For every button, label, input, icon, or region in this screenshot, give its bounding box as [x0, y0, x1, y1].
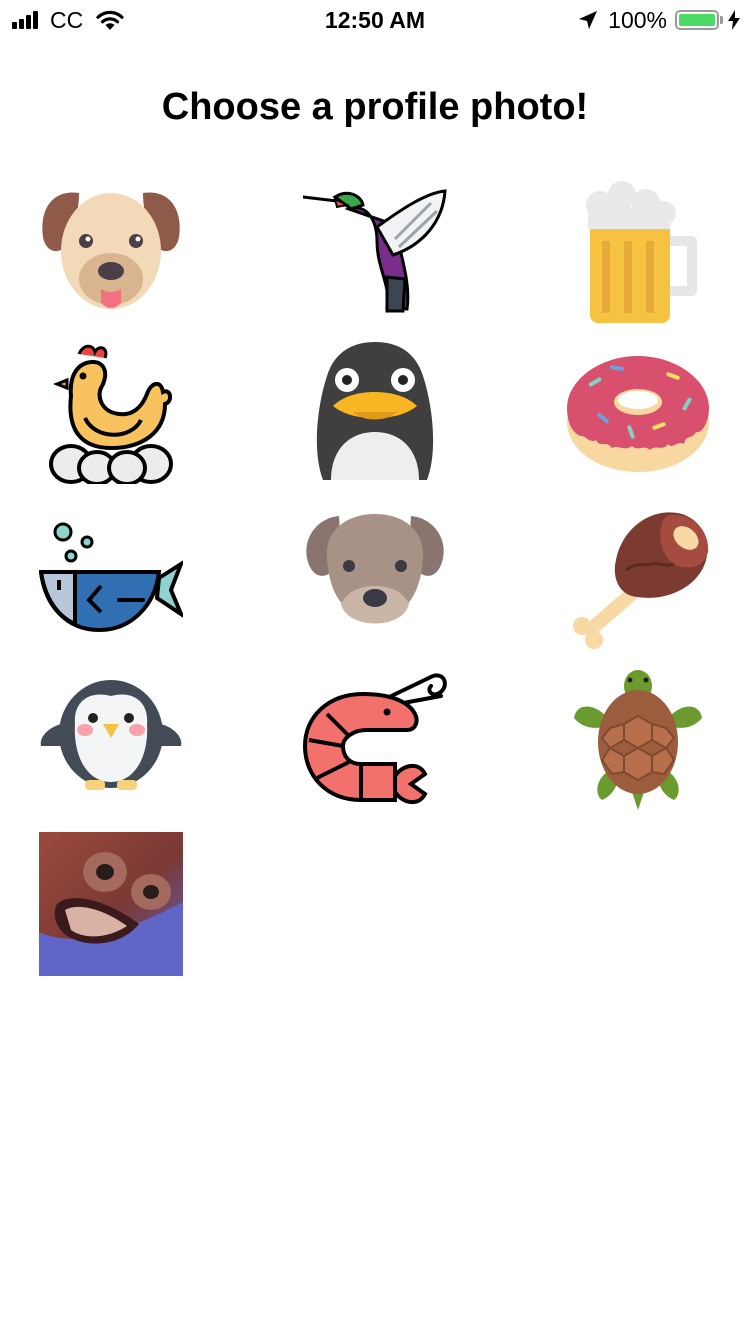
avatar-option-turtle[interactable]: [566, 666, 710, 810]
avatar-option-shrimp[interactable]: [303, 666, 447, 810]
avatar-option-hen[interactable]: [39, 340, 183, 484]
custom-photo-icon: [39, 832, 183, 976]
shrimp-icon: [303, 673, 447, 804]
donut-icon: [567, 356, 709, 472]
baby-penguin-icon: [40, 680, 182, 790]
avatar-option-dog[interactable]: [39, 181, 183, 325]
avatar-option-custom-photo[interactable]: [39, 832, 183, 976]
hummingbird-icon: [303, 189, 447, 313]
penguin-icon: [316, 342, 434, 480]
avatar-option-fish[interactable]: [39, 508, 183, 652]
beer-mug-icon: [586, 181, 697, 323]
fish-icon: [39, 522, 183, 633]
hen-with-eggs-icon: [49, 344, 173, 484]
dog-face-icon: [42, 192, 180, 309]
avatar-option-meat[interactable]: [566, 508, 710, 652]
avatar-option-hummingbird[interactable]: [303, 181, 447, 325]
avatar-option-beer[interactable]: [566, 181, 710, 325]
avatar-option-donut[interactable]: [566, 340, 710, 484]
avatar-option-baby-penguin[interactable]: [39, 666, 183, 810]
turtle-icon: [574, 670, 702, 810]
meat-drumstick-icon: [573, 512, 709, 649]
brown-dog-icon: [306, 514, 444, 624]
avatar-grid: [0, 0, 750, 1000]
avatar-option-penguin[interactable]: [303, 340, 447, 484]
avatar-option-brown-dog[interactable]: [303, 508, 447, 652]
